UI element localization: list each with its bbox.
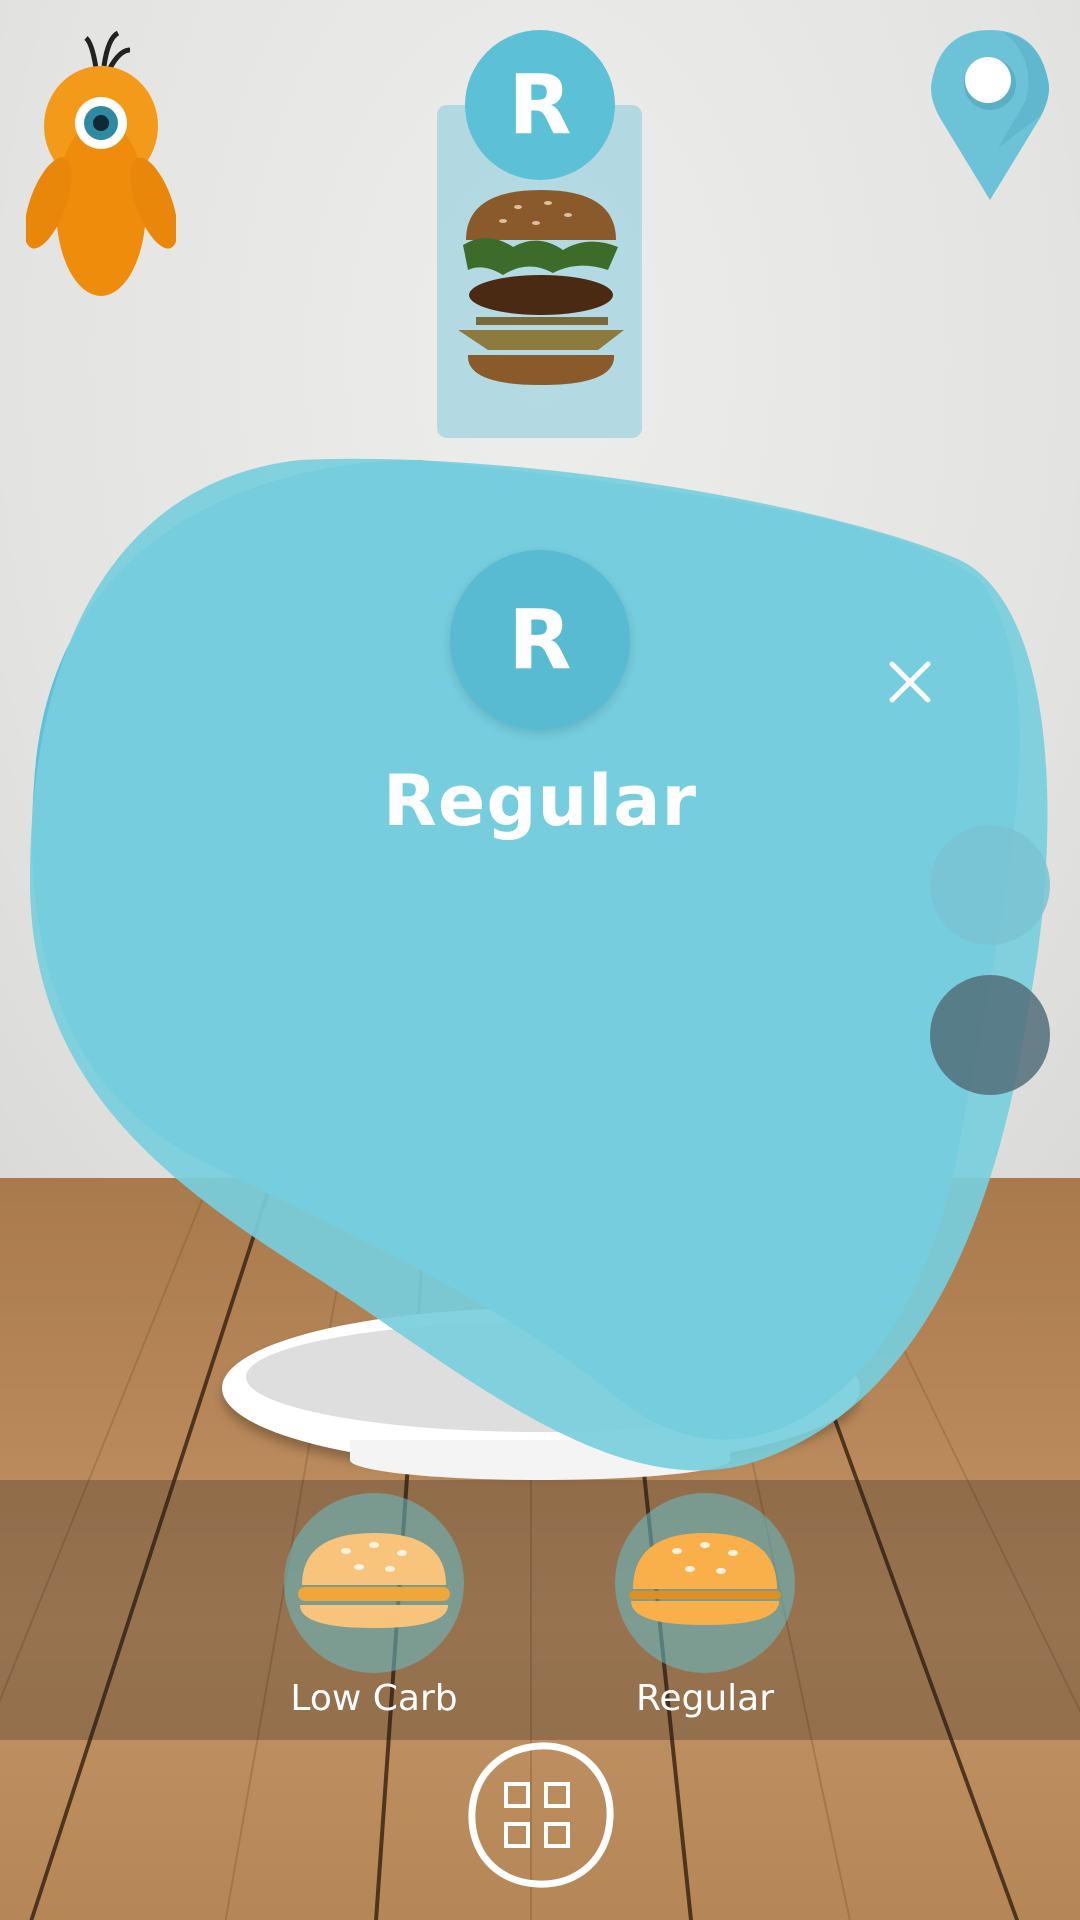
option-label: Regular xyxy=(635,1678,775,1719)
popup-title: Regular xyxy=(382,760,698,842)
burger-icon xyxy=(458,190,624,385)
grid-icon[interactable] xyxy=(466,1740,614,1890)
options-bar xyxy=(0,1480,1080,1740)
confirm-button[interactable] xyxy=(930,825,1050,945)
close-icon[interactable] xyxy=(880,652,940,712)
option-label: Low Carb xyxy=(290,1678,458,1719)
option-low-carb[interactable] xyxy=(284,1493,464,1673)
bun-icon xyxy=(298,1533,450,1628)
map-pin-icon[interactable] xyxy=(928,28,1053,203)
popup-badge: R xyxy=(450,550,630,730)
option-regular[interactable] xyxy=(615,1493,795,1673)
selected-badge[interactable]: R xyxy=(465,30,615,180)
bun-icon xyxy=(629,1533,781,1625)
mascot-icon[interactable] xyxy=(26,28,176,303)
back-button[interactable] xyxy=(930,975,1050,1095)
